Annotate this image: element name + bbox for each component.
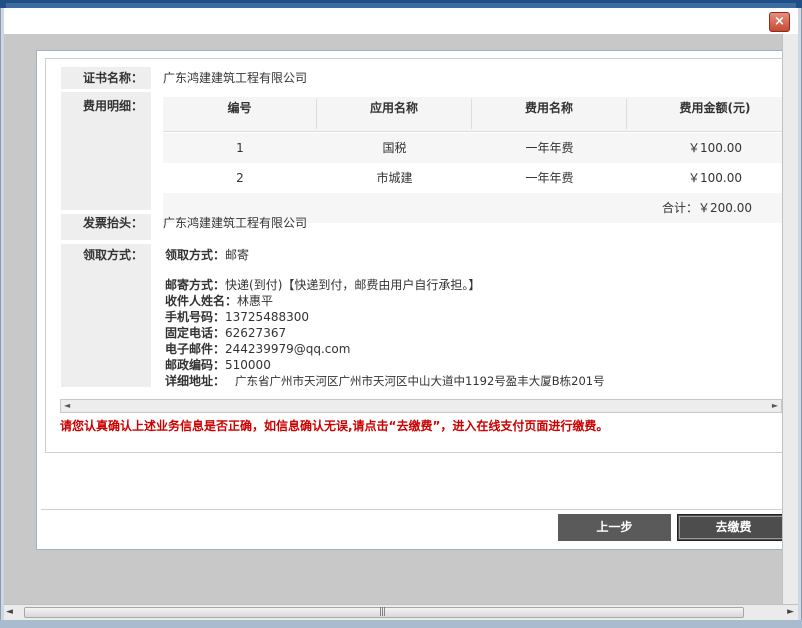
table-row: 1 国税 一年年费 ￥100.00: [163, 133, 782, 163]
recipient-label: 收件人姓名：: [165, 294, 238, 308]
vertical-scrollbar[interactable]: [782, 34, 798, 604]
phone-label: 固定电话：: [165, 326, 226, 340]
mobile-value: 13725488300: [225, 310, 309, 324]
scroll-left-icon[interactable]: ◄: [64, 400, 70, 412]
invoice-title-label: 发票抬头：: [61, 214, 151, 240]
pickup-method-label: 领取方式：: [165, 248, 226, 262]
postcode-label: 邮政编码：: [165, 358, 226, 372]
dialog-header-band: [4, 8, 798, 34]
confirm-hint-text: 请您认真确认上述业务信息是否正确，如信息确认无误,请点击“去缴费”，进入在线支付…: [60, 419, 609, 433]
cell-app-name: 市城建: [376, 171, 413, 185]
email-value: 244239979@qq.com: [225, 342, 351, 356]
address-label: 详细地址：: [165, 374, 226, 388]
cell-fee-name: 一年年费: [525, 141, 574, 155]
cert-name-value: 广东鸿建建筑工程有限公司: [163, 71, 308, 85]
scroll-thumb[interactable]: |||: [24, 607, 744, 618]
scroll-left-icon[interactable]: ◄: [6, 607, 13, 617]
pickup-method-value: 邮寄: [225, 248, 250, 262]
inner-horizontal-scrollbar[interactable]: ◄ ►: [60, 399, 782, 413]
mail-method-value: 快递(到付)【快递到付，邮费由用户自行承担。】: [225, 278, 481, 292]
grip-icon: |||: [379, 607, 386, 617]
header-fee-amount: 费用金额(元): [679, 101, 751, 115]
cell-fee-amount: ￥100.00: [688, 141, 742, 155]
postcode-value: 510000: [225, 358, 271, 372]
window-top-strip: [0, 0, 802, 8]
page-viewport: 证书名称： 广东鸿建建筑工程有限公司 费用明细： 编号 应用名称 费用名称 费用…: [4, 34, 782, 604]
footer-divider: [41, 509, 782, 510]
cell-no: 1: [236, 141, 244, 155]
header-no: 编号: [163, 99, 317, 129]
pickup-method-row: 领取方式：邮寄: [165, 246, 249, 263]
recipient-value: 林惠平: [237, 294, 274, 308]
scroll-right-icon[interactable]: ►: [787, 607, 794, 617]
confirm-dialog: 证书名称： 广东鸿建建筑工程有限公司 费用明细： 编号 应用名称 费用名称 费用…: [36, 50, 782, 550]
header-fee-name: 费用名称: [472, 99, 627, 129]
table-row: 2 市城建 一年年费 ￥100.00: [163, 163, 782, 193]
prev-step-button[interactable]: 上一步: [558, 514, 671, 541]
cell-app-name: 国税: [382, 141, 407, 155]
scroll-right-icon[interactable]: ►: [772, 400, 778, 412]
email-label: 电子邮件：: [165, 342, 226, 356]
phone-value: 62627367: [225, 326, 287, 340]
mail-info-block: 邮寄方式：快递(到付)【快递到付，邮费由用户自行承担。】 收件人姓名：林惠平 手…: [165, 277, 605, 389]
address-value: 广东省广州市天河区广州市天河区中山大道中1192号盈丰大厦B栋201号: [235, 374, 605, 388]
mail-method-label: 邮寄方式：: [165, 278, 226, 292]
header-app-name: 应用名称: [317, 99, 472, 129]
close-icon[interactable]: ×: [769, 12, 790, 32]
cell-fee-amount: ￥100.00: [688, 171, 742, 185]
fee-total: 合计：￥200.00: [662, 201, 752, 215]
pickup-label: 领取方式：: [61, 244, 151, 387]
go-pay-button[interactable]: 去缴费: [677, 514, 782, 541]
mobile-label: 手机号码：: [165, 310, 226, 324]
cert-name-label: 证书名称：: [61, 67, 151, 89]
fee-detail-label: 费用明细：: [61, 92, 151, 210]
cell-fee-name: 一年年费: [525, 171, 574, 185]
info-panel: 证书名称： 广东鸿建建筑工程有限公司 费用明细： 编号 应用名称 费用名称 费用…: [45, 58, 782, 453]
horizontal-scrollbar[interactable]: ◄ ||| ►: [4, 604, 798, 620]
fee-table-header: 编号 应用名称 费用名称 费用金额(元): [163, 97, 782, 132]
cell-no: 2: [236, 171, 244, 185]
window-bottom-strip: [0, 620, 802, 628]
invoice-title-value: 广东鸿建建筑工程有限公司: [163, 216, 308, 230]
